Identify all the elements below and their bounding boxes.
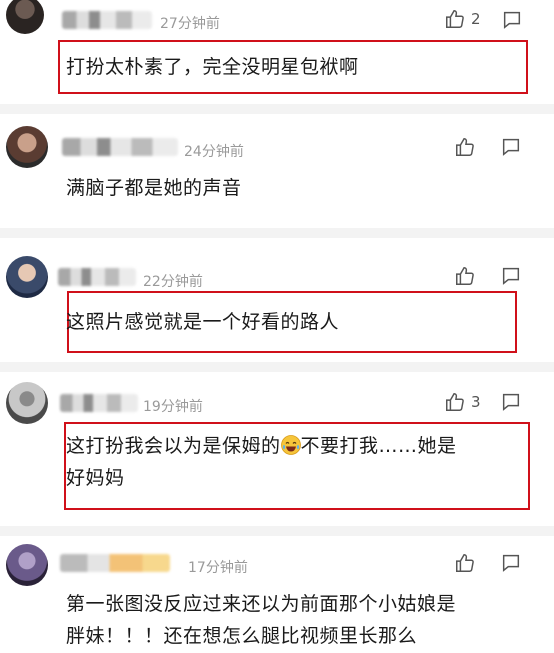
comment-bubble-icon[interactable] <box>501 9 523 31</box>
comment-item: 19分钟前 3 这打扮我会以为是保姆的 不要打我……她是 好妈妈 <box>0 372 554 522</box>
comment-time: 24分钟前 <box>184 144 244 160</box>
tears-of-joy-emoji <box>280 435 301 455</box>
comment-time: 22分钟前 <box>143 274 203 290</box>
comment-item: 22分钟前 这照片感觉就是一个好看的路人 <box>0 238 554 364</box>
comment-text-line: 这打扮我会以为是保姆的 不要打我……她是 <box>66 430 526 462</box>
avatar[interactable] <box>6 382 48 424</box>
comment-time: 17分钟前 <box>188 560 248 576</box>
thumbs-up-icon[interactable] <box>444 8 466 30</box>
username-blurred[interactable] <box>62 138 178 156</box>
username-blurred[interactable] <box>60 394 138 412</box>
comment-text-part: 不要打我……她是 <box>300 435 457 457</box>
comment-text: 这照片感觉就是一个好看的路人 <box>66 311 340 333</box>
divider <box>0 362 554 372</box>
avatar[interactable] <box>6 544 48 586</box>
comment-text-line: 胖妹！！！还在想怎么腿比视频里长那么 <box>66 625 418 647</box>
divider <box>0 526 554 536</box>
comment-text-line: 好妈妈 <box>66 467 125 489</box>
username-blurred[interactable] <box>62 11 152 29</box>
comment-bubble-icon[interactable] <box>500 391 522 413</box>
avatar[interactable] <box>6 0 44 34</box>
comment-text: 这打扮我会以为是保姆的 不要打我……她是 好妈妈 <box>66 430 526 494</box>
comment-time: 19分钟前 <box>143 399 203 415</box>
like-count: 3 <box>471 393 481 411</box>
comment-text: 打扮太朴素了，完全没明星包袱啊 <box>66 56 359 78</box>
username-blurred[interactable] <box>60 554 170 572</box>
comment-bubble-icon[interactable] <box>500 136 522 158</box>
comment-text: 第一张图没反应过来还以为前面那个小姑娘是 胖妹！！！还在想怎么腿比视频里长那么 <box>66 588 546 652</box>
thumbs-up-icon[interactable] <box>454 265 476 287</box>
comment-text-part: 这打扮我会以为是保姆的 <box>66 435 281 457</box>
comment-time: 27分钟前 <box>160 16 220 32</box>
comment-bubble-icon[interactable] <box>500 552 522 574</box>
username-blurred[interactable] <box>58 268 136 286</box>
comment-bubble-icon[interactable] <box>500 265 522 287</box>
avatar[interactable] <box>6 256 48 298</box>
thumbs-up-icon[interactable] <box>454 552 476 574</box>
like-count: 2 <box>471 10 481 28</box>
comment-item: 24分钟前 满脑子都是她的声音 <box>0 114 554 224</box>
comment-text-line: 第一张图没反应过来还以为前面那个小姑娘是 <box>66 593 457 615</box>
avatar[interactable] <box>6 126 48 168</box>
comment-text: 满脑子都是她的声音 <box>66 177 242 199</box>
divider <box>0 104 554 114</box>
thumbs-up-icon[interactable] <box>444 391 466 413</box>
comment-item: 27分钟前 2 打扮太朴素了，完全没明星包袱啊 <box>0 0 554 108</box>
comment-item: 17分钟前 第一张图没反应过来还以为前面那个小姑娘是 胖妹！！！还在想怎么腿比视… <box>0 536 554 653</box>
thumbs-up-icon[interactable] <box>454 136 476 158</box>
divider <box>0 228 554 238</box>
